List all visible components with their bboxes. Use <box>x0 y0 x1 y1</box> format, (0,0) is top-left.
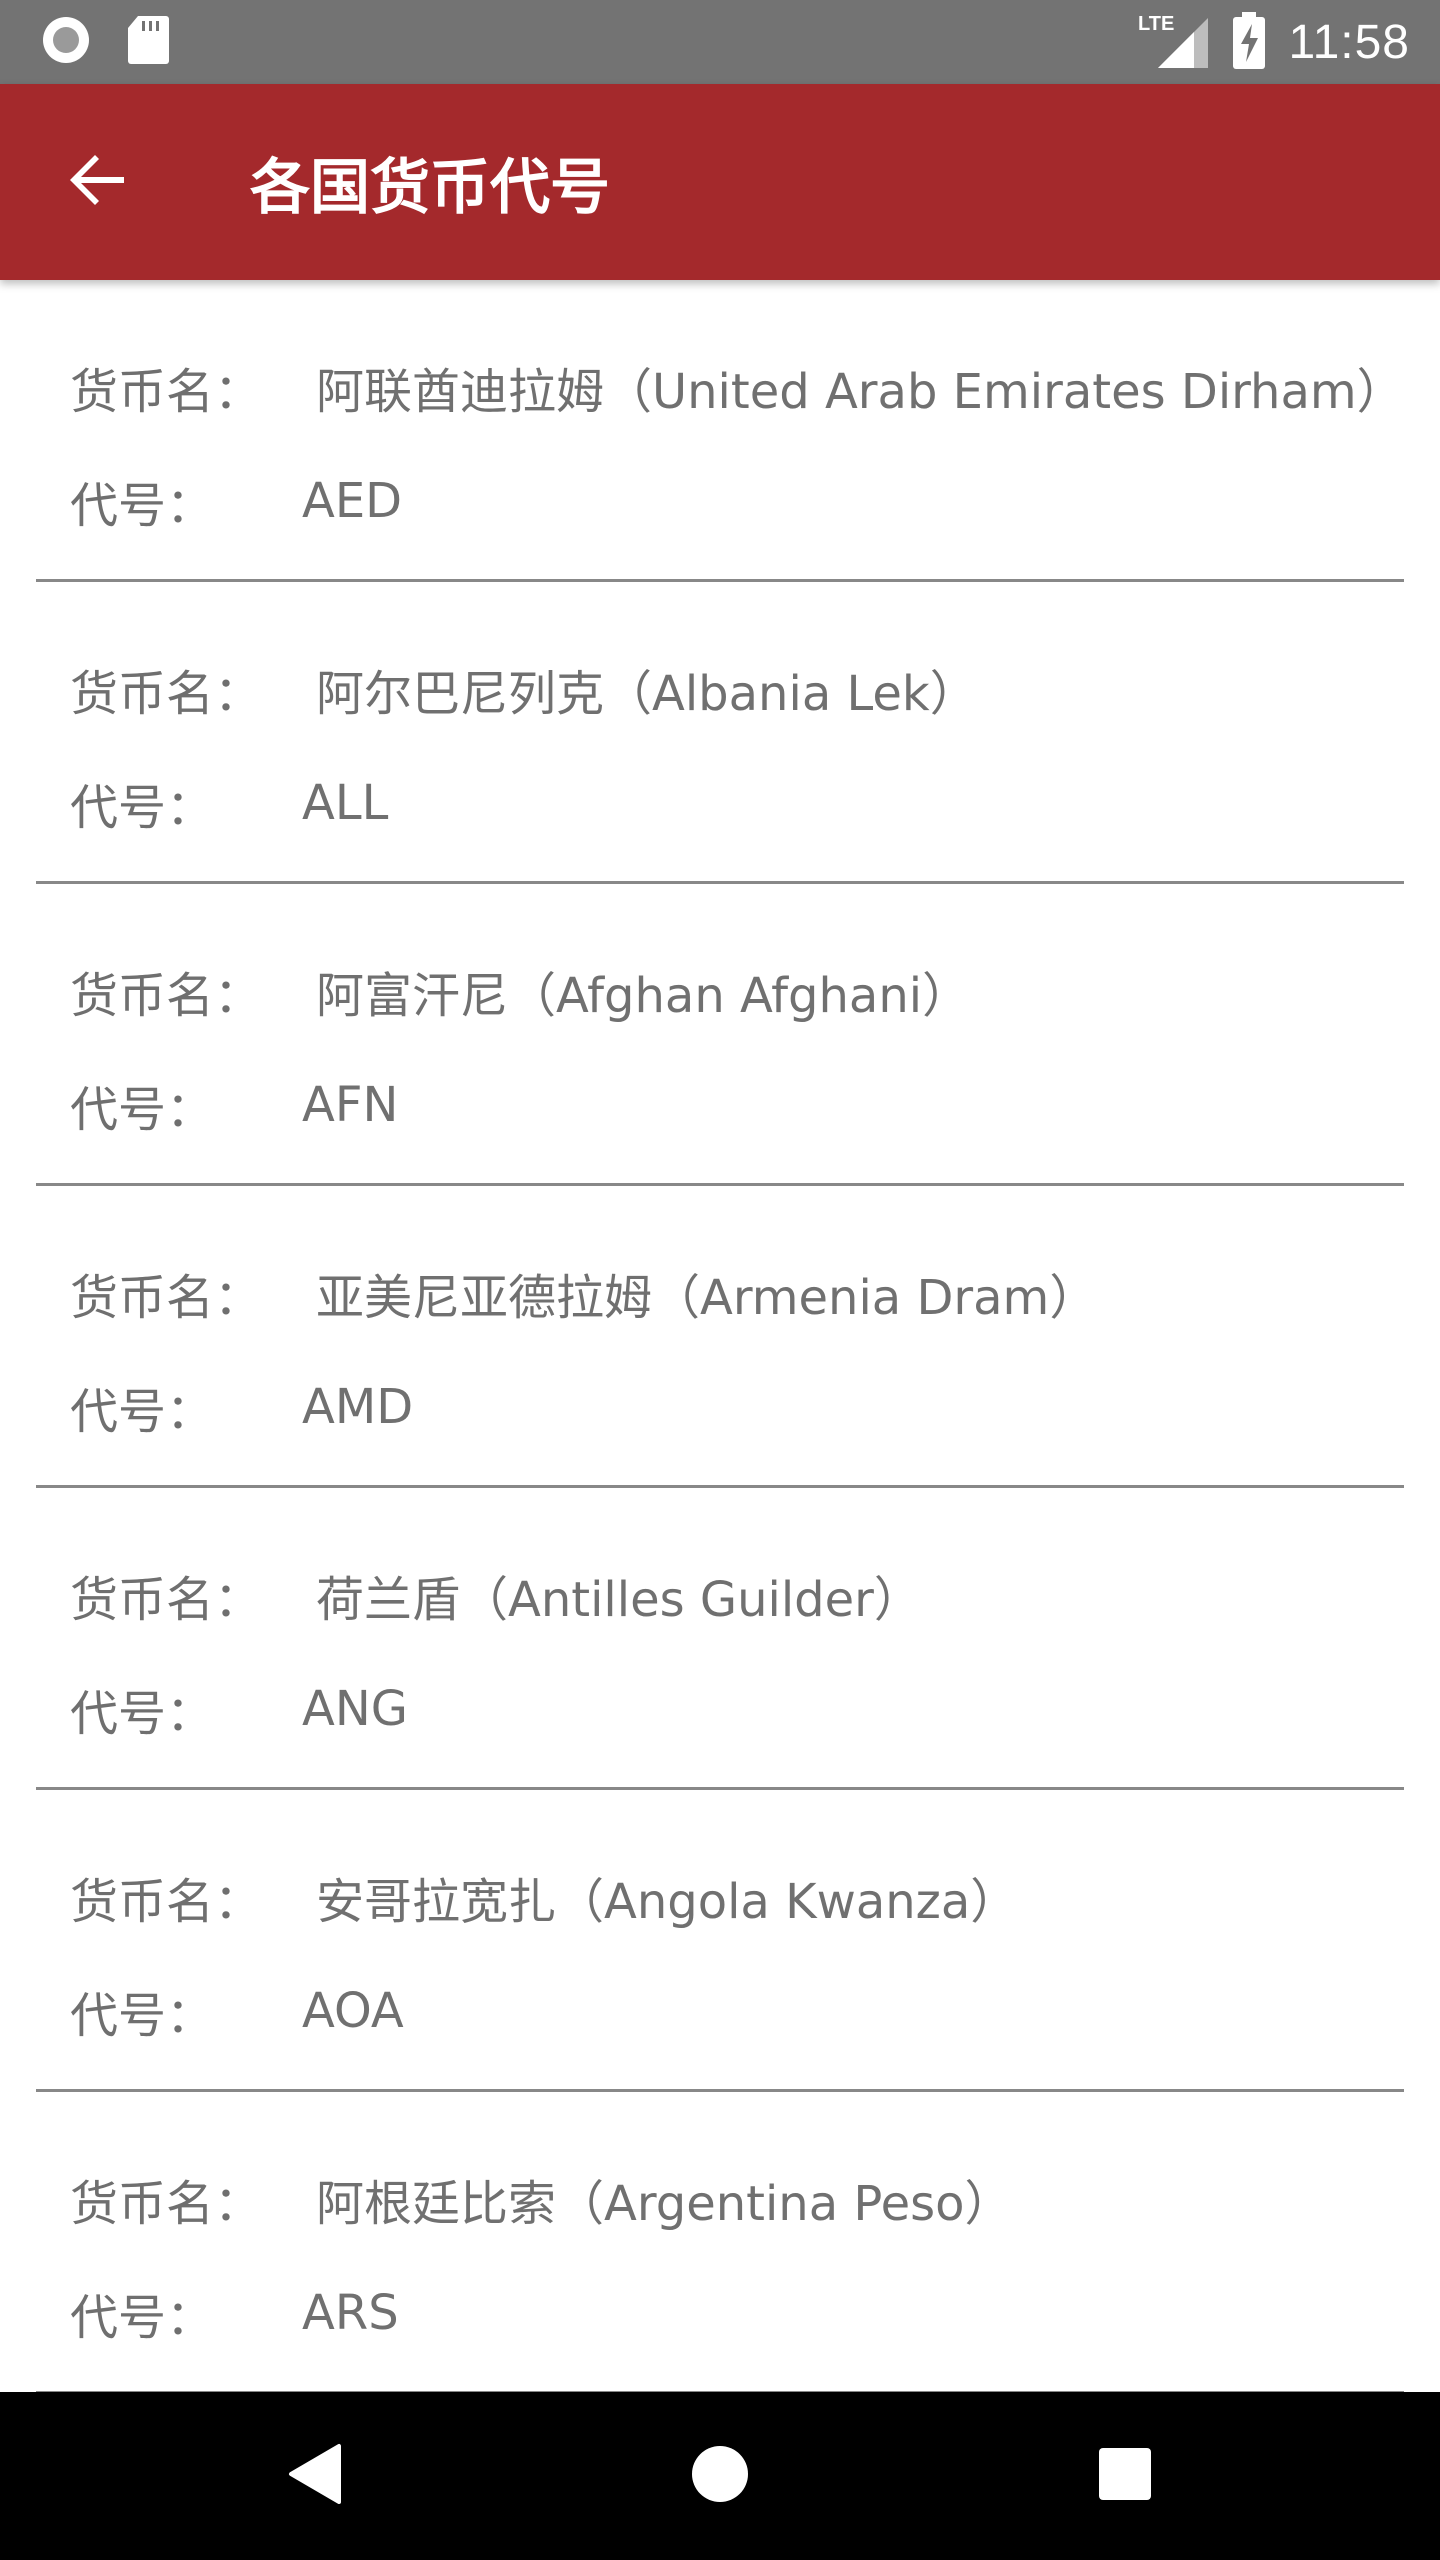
currency-name-label: 货币名： <box>70 2176 263 2232</box>
currency-code-row: 代号： ARS <box>70 2278 399 2348</box>
currency-code-row: 代号： ALL <box>70 768 388 838</box>
currency-name-value: 安哥拉宽扎（Angola Kwanza） <box>316 1874 1019 1930</box>
currency-code-label: 代号： <box>70 780 215 836</box>
list-item[interactable]: 货币名： 安哥拉宽扎（Angola Kwanza） 代号： AOA <box>36 1790 1404 2092</box>
currency-name-row: 货币名： 荷兰盾（Antilles Guilder） <box>70 1560 922 1630</box>
currency-name-value: 亚美尼亚德拉姆（Armenia Dram） <box>316 1270 1098 1326</box>
currency-name-value: 荷兰盾（Antilles Guilder） <box>316 1572 922 1628</box>
app-bar: 各国货币代号 <box>0 84 1440 280</box>
currency-code-label: 代号： <box>70 478 215 534</box>
currency-name-row: 货币名： 亚美尼亚德拉姆（Armenia Dram） <box>70 1258 1097 1328</box>
currency-code-row: 代号： AED <box>70 466 402 536</box>
currency-code-value: AFN <box>302 1077 399 1133</box>
sd-card-icon <box>126 14 170 70</box>
home-circle-icon <box>690 2444 750 2508</box>
currency-name-label: 货币名： <box>70 968 263 1024</box>
currency-name-label: 货币名： <box>70 666 263 722</box>
recents-square-icon <box>1098 2447 1152 2505</box>
currency-name-label: 货币名： <box>70 364 263 420</box>
currency-name-value: 阿联酋迪拉姆（United Arab Emirates Dirham） <box>316 364 1405 420</box>
arrow-back-icon <box>66 148 130 216</box>
currency-code-label: 代号： <box>70 1082 215 1138</box>
list-item[interactable]: 货币名： 阿联酋迪拉姆（United Arab Emirates Dirham）… <box>36 280 1405 582</box>
screen: LTE 11:58 各国货币代号 货币名： 阿联酋迪拉姆（United Arab… <box>0 0 1440 2560</box>
nav-recents-button[interactable] <box>1035 2392 1215 2560</box>
currency-name-value: 阿尔巴尼列克（Albania Lek） <box>316 666 978 722</box>
back-triangle-icon <box>287 2442 343 2510</box>
currency-name-label: 货币名： <box>70 1874 263 1930</box>
lte-signal-icon: LTE <box>1136 10 1210 74</box>
currency-code-row: 代号： AOA <box>70 1976 404 2046</box>
currency-name-row: 货币名： 阿联酋迪拉姆（United Arab Emirates Dirham） <box>70 352 1405 422</box>
currency-code-value: AMD <box>302 1379 414 1435</box>
currency-name-row: 货币名： 安哥拉宽扎（Angola Kwanza） <box>70 1862 1018 1932</box>
list-item[interactable]: 货币名： 阿根廷比索（Argentina Peso） 代号： ARS <box>36 2092 1404 2392</box>
status-bar: LTE 11:58 <box>0 0 1440 84</box>
currency-name-label: 货币名： <box>70 1270 263 1326</box>
currency-code-value: ANG <box>302 1681 408 1737</box>
currency-code-value: AOA <box>302 1983 404 2039</box>
currency-code-label: 代号： <box>70 2290 215 2346</box>
currency-name-row: 货币名： 阿尔巴尼列克（Albania Lek） <box>70 654 978 724</box>
page-title: 各国货币代号 <box>250 152 610 223</box>
currency-code-value: ALL <box>302 775 389 831</box>
currency-name-value: 阿富汗尼（Afghan Afghani） <box>316 968 971 1024</box>
list-item[interactable]: 货币名： 荷兰盾（Antilles Guilder） 代号： ANG <box>36 1488 1404 1790</box>
currency-name-label: 货币名： <box>70 1572 263 1628</box>
clock: 11:58 <box>1288 15 1410 69</box>
currency-code-value: AED <box>302 473 403 529</box>
currency-code-row: 代号： ANG <box>70 1674 408 1744</box>
nav-home-button[interactable] <box>630 2392 810 2560</box>
currency-code-row: 代号： AMD <box>70 1372 413 1442</box>
record-icon <box>40 14 92 70</box>
navigation-bar <box>0 2392 1440 2560</box>
svg-text:LTE: LTE <box>1138 13 1174 35</box>
battery-charging-icon <box>1232 10 1266 74</box>
currency-code-label: 代号： <box>70 1686 215 1742</box>
currency-name-row: 货币名： 阿富汗尼（Afghan Afghani） <box>70 956 970 1026</box>
list-item[interactable]: 货币名： 阿富汗尼（Afghan Afghani） 代号： AFN <box>36 884 1404 1186</box>
nav-back-button[interactable] <box>225 2392 405 2560</box>
list-item[interactable]: 货币名： 亚美尼亚德拉姆（Armenia Dram） 代号： AMD <box>36 1186 1404 1488</box>
currency-code-label: 代号： <box>70 1384 215 1440</box>
back-button[interactable] <box>38 122 158 242</box>
list-item[interactable]: 货币名： 阿尔巴尼列克（Albania Lek） 代号： ALL <box>36 582 1404 884</box>
currency-name-row: 货币名： 阿根廷比索（Argentina Peso） <box>70 2164 1013 2234</box>
currency-name-value: 阿根廷比索（Argentina Peso） <box>316 2176 1013 2232</box>
currency-code-value: ARS <box>302 2285 399 2341</box>
currency-code-label: 代号： <box>70 1988 215 2044</box>
currency-list[interactable]: 货币名： 阿联酋迪拉姆（United Arab Emirates Dirham）… <box>0 280 1440 2392</box>
currency-code-row: 代号： AFN <box>70 1070 398 1140</box>
